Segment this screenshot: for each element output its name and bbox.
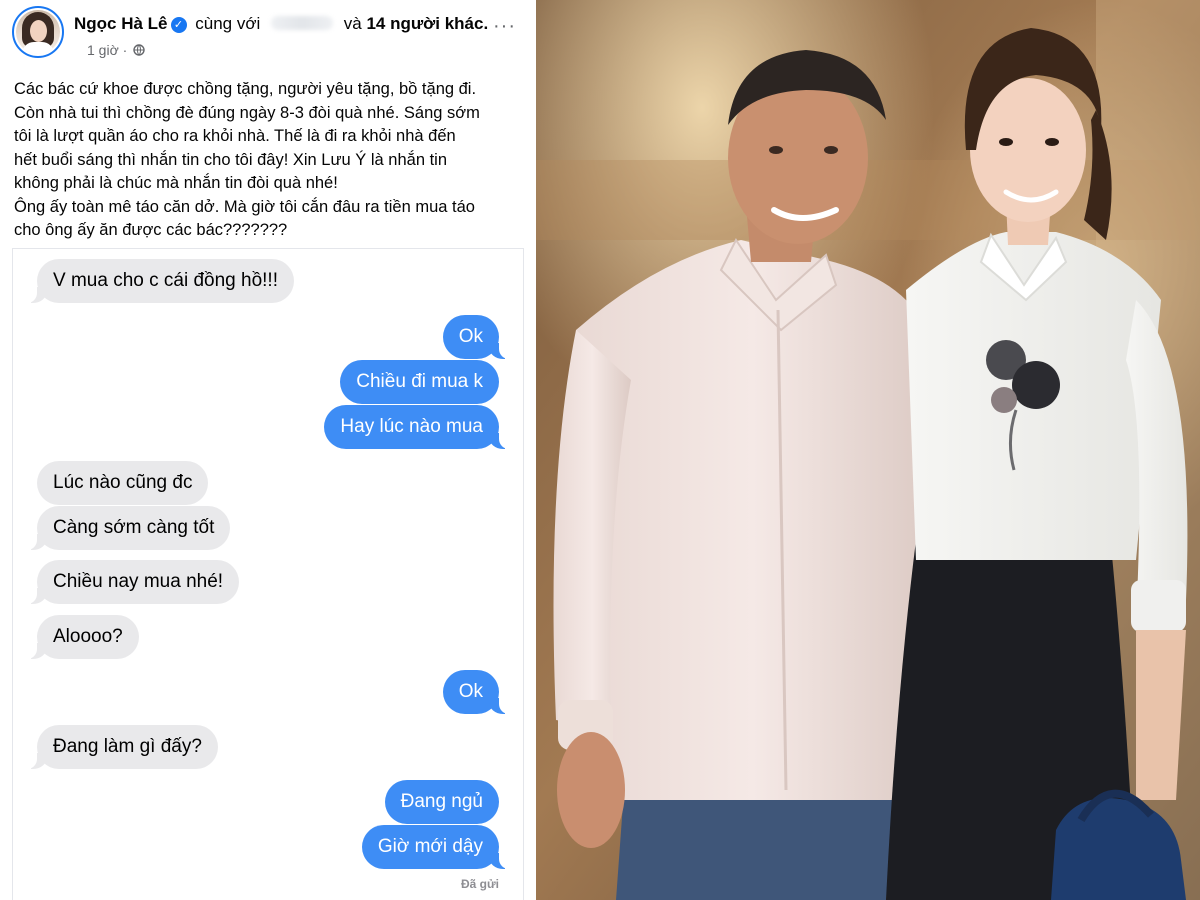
- post-text-line: Còn nhà tui thì chồng đè đúng ngày 8-3 đ…: [14, 103, 480, 122]
- post-text-line: Ông ấy toàn mê táo căn dở. Mà giờ tôi cắ…: [14, 197, 475, 216]
- blurred-tagged-name: [271, 16, 334, 30]
- post-header: Ngọc Hà Lê ✓ cùng với và 14 người khác. 1…: [12, 6, 524, 60]
- incoming-message: V mua cho c cái đồng hồ!!!: [27, 259, 294, 303]
- delivered-status: Đã gửi: [460, 877, 499, 891]
- verified-badge-icon: ✓: [170, 17, 187, 33]
- author-line: Ngọc Hà Lê ✓ cùng với và 14 người khác.: [74, 14, 488, 34]
- incoming-message: Càng sớm càng tốt: [26, 506, 231, 550]
- photo-illustration: [536, 0, 1200, 900]
- post-body: Các bác cứ khoe được chồng tặng, người y…: [14, 78, 526, 243]
- post-time[interactable]: 1 giờ: [87, 42, 119, 58]
- with-prefix: cùng với: [195, 14, 261, 33]
- author-name[interactable]: Ngọc Hà Lê: [74, 14, 168, 33]
- incoming-message: Aloooo?: [27, 615, 139, 659]
- post-text-line: cho ông ấy ăn được các bác???????: [14, 221, 288, 239]
- post-text-line: hết buổi sáng thì nhắn tin cho tôi đây! …: [14, 150, 448, 169]
- post-text-line: không phải là chúc mà nhắn tin đòi quà n…: [14, 174, 338, 192]
- tagged-people-link[interactable]: 14 người khác.: [366, 14, 488, 33]
- outgoing-message: Ok: [442, 315, 510, 359]
- incoming-message: Chiều nay mua nhé!: [26, 560, 240, 604]
- incoming-message: Lúc nào cũng đc: [37, 461, 209, 505]
- outgoing-message: Chiều đi mua k: [340, 360, 499, 404]
- outgoing-message: Giờ mới dậy: [361, 825, 510, 869]
- outgoing-message: Đang ngủ: [384, 780, 499, 824]
- facebook-post: Ngọc Hà Lê ✓ cùng với và 14 người khác. 1…: [0, 0, 536, 900]
- meta-separator: ·: [122, 42, 128, 58]
- post-meta: 1 giờ ·: [87, 42, 145, 58]
- outgoing-message: Hay lúc nào mua: [324, 405, 509, 449]
- post-text-line: Các bác cứ khoe được chồng tặng, người y…: [14, 80, 477, 98]
- more-options-icon[interactable]: ···: [493, 16, 516, 36]
- outgoing-message: Ok: [442, 670, 510, 714]
- globe-icon: [133, 44, 145, 56]
- with-and: và: [343, 14, 362, 33]
- chat-screenshot: V mua cho c cái đồng hồ!!! Ok Chiều đi m…: [12, 248, 524, 900]
- incoming-message: Đang làm gì đấy?: [27, 725, 218, 769]
- avatar[interactable]: [12, 6, 64, 58]
- post-text-line: tôi là lượt quần áo cho ra khỏi nhà. Thế…: [14, 127, 456, 145]
- couple-photo[interactable]: [536, 0, 1200, 900]
- avatar-image: [16, 10, 60, 54]
